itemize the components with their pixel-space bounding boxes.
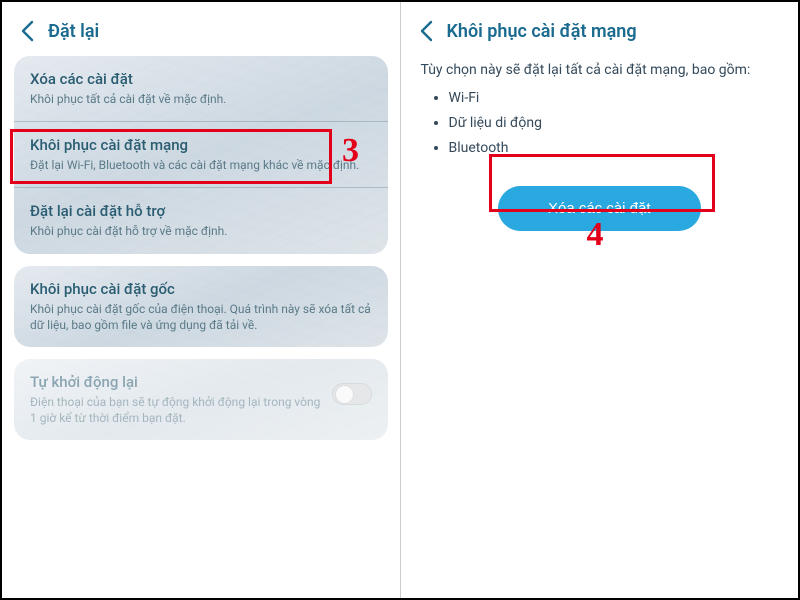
item-title: Xóa các cài đặt: [30, 70, 372, 88]
settings-group-1: Xóa các cài đặt Khôi phục tất cả cài đặt…: [14, 56, 388, 254]
reset-network-desc: Tùy chọn này sẽ đặt lại tất cả cài đặt m…: [421, 62, 779, 78]
page-title-right: Khôi phục cài đặt mạng: [447, 21, 637, 42]
left-header: Đặt lại: [14, 12, 388, 56]
item-title: Tự khởi động lại: [30, 373, 322, 391]
item-desc: Khôi phục tất cả cài đặt về mặc định.: [30, 91, 372, 107]
back-icon[interactable]: [419, 20, 433, 42]
list-item: Bluetooth: [449, 136, 779, 161]
list-item: Wi-Fi: [449, 86, 779, 111]
right-header: Khôi phục cài đặt mạng: [413, 12, 787, 56]
item-title: Khôi phục cài đặt mạng: [30, 136, 372, 154]
item-desc: Đặt lại Wi-Fi, Bluetooth và các cài đặt …: [30, 157, 372, 173]
page-title-left: Đặt lại: [48, 21, 99, 42]
reset-network-list: Wi-Fi Dữ liệu di động Bluetooth: [421, 86, 779, 162]
annotation-number-4: 4: [587, 216, 604, 254]
annotation-number-3: 3: [342, 132, 359, 170]
list-item-reset-accessibility[interactable]: Đặt lại cài đặt hỗ trợ Khôi phục cài đặt…: [14, 188, 388, 253]
list-item-auto-restart[interactable]: Tự khởi động lại Điện thoại của bạn sẽ t…: [14, 359, 388, 440]
list-item-reset-settings[interactable]: Xóa các cài đặt Khôi phục tất cả cài đặt…: [14, 56, 388, 122]
back-icon[interactable]: [20, 20, 34, 42]
list-item-reset-network[interactable]: Khôi phục cài đặt mạng Đặt lại Wi-Fi, Bl…: [14, 122, 388, 188]
item-desc: Điện thoại của bạn sẽ tự động khởi động …: [30, 394, 322, 426]
auto-restart-toggle[interactable]: [332, 383, 372, 405]
list-item-factory-reset[interactable]: Khôi phục cài đặt gốc Khôi phục cài đặt …: [14, 266, 388, 347]
settings-group-3: Tự khởi động lại Điện thoại của bạn sẽ t…: [14, 359, 388, 440]
item-desc: Khôi phục cài đặt hỗ trợ về mặc định.: [30, 223, 372, 239]
item-desc: Khôi phục cài đặt gốc của điện thoại. Qu…: [30, 301, 372, 333]
item-title: Khôi phục cài đặt gốc: [30, 280, 372, 298]
item-title: Đặt lại cài đặt hỗ trợ: [30, 202, 372, 220]
settings-group-2: Khôi phục cài đặt gốc Khôi phục cài đặt …: [14, 266, 388, 347]
list-item: Dữ liệu di động: [449, 111, 779, 136]
